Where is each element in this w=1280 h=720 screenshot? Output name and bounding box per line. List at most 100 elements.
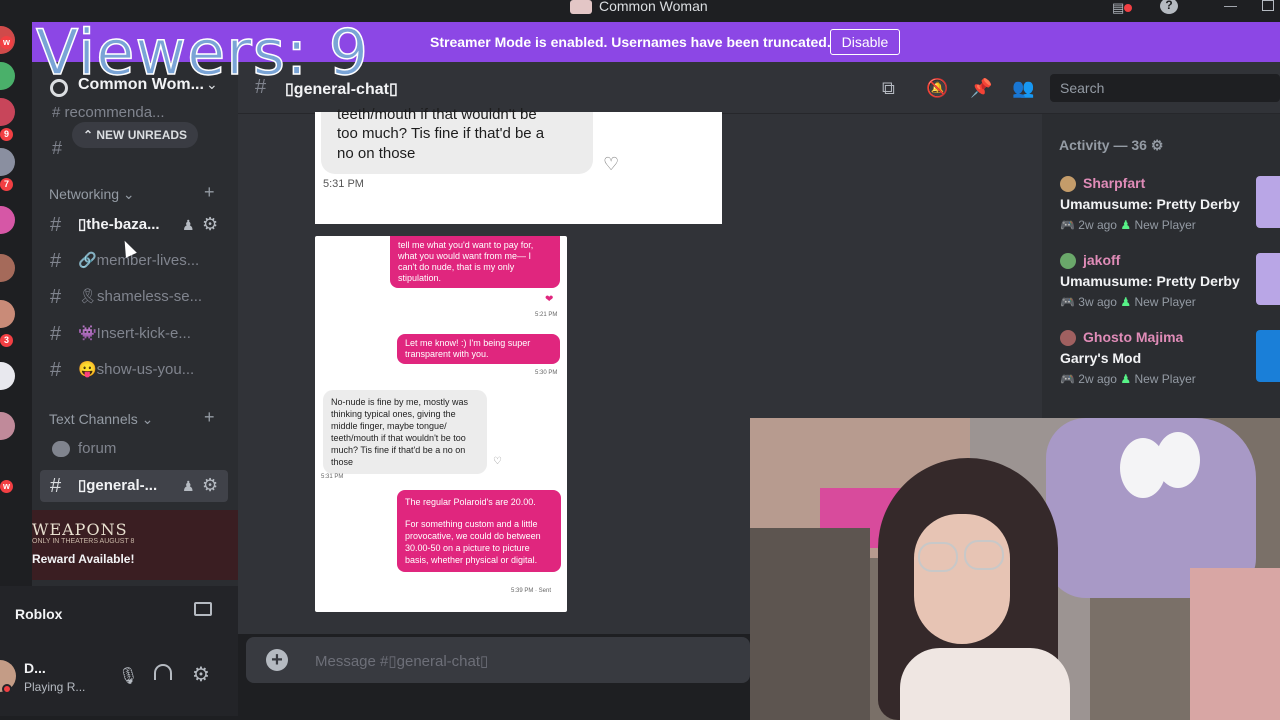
headphones-icon[interactable] — [154, 664, 172, 680]
activity-header: Activity — 36 ⚙ — [1059, 137, 1163, 154]
username[interactable]: D... — [24, 660, 46, 676]
server-icon[interactable] — [0, 98, 15, 126]
reward-label: Reward Available! — [32, 552, 135, 566]
activity-title: Activity — 36 — [1059, 137, 1147, 153]
invite-icon[interactable]: ♟ — [182, 217, 195, 234]
server-icon[interactable] — [0, 254, 15, 282]
channel-name: forum — [78, 440, 117, 457]
activity-item[interactable]: Sharpfart Umamusume: Pretty Derby 🎮 2w a… — [1050, 168, 1280, 238]
hash-icon: # — [50, 214, 62, 236]
server-icon[interactable] — [0, 206, 15, 234]
category-label: Networking — [49, 186, 120, 202]
add-channel-icon[interactable]: + — [204, 182, 215, 203]
hash-icon: # — [50, 475, 62, 497]
add-channel-icon[interactable]: + — [204, 407, 215, 428]
member-list-icon[interactable]: 👥 — [1012, 78, 1034, 99]
timestamp: 5:31 PM — [321, 474, 344, 480]
microphone-icon[interactable]: 🎙 — [118, 666, 138, 686]
avatar — [1060, 176, 1076, 192]
viewer-count-overlay: Viewers: 9 — [35, 16, 370, 89]
status-dnd-icon — [2, 684, 12, 694]
activity-username: jakoff — [1083, 252, 1121, 268]
webcam-person — [964, 540, 1004, 570]
server-icon[interactable] — [0, 412, 15, 440]
activity-item[interactable]: jakoff Umamusume: Pretty Derby 🎮 3w ago … — [1050, 245, 1280, 315]
disable-button[interactable]: Disable — [830, 29, 900, 55]
user-panel: D... Playing R... 🎙 ⚙ — [0, 642, 238, 716]
streamer-mode-text: Streamer Mode is enabled. Usernames have… — [430, 34, 831, 50]
timestamp: 5:30 PM — [535, 370, 558, 376]
notifications-muted-icon[interactable]: 🔕 — [926, 78, 948, 99]
hash-icon: # — [50, 250, 62, 272]
activity-tag: New Player — [1134, 372, 1196, 386]
hash-icon: # — [50, 359, 62, 381]
gear-icon[interactable]: ⚙ — [202, 214, 218, 235]
activity-bar: Roblox — [0, 586, 238, 642]
threads-icon[interactable]: ⧉ — [882, 78, 895, 99]
promo-banner[interactable]: WEAPONS ONLY IN THEATERS AUGUST 8 Reward… — [32, 510, 238, 580]
mention-badge: 3 — [0, 334, 13, 347]
gear-icon[interactable]: ⚙ — [1151, 137, 1164, 153]
server-icon[interactable] — [0, 300, 15, 328]
webcam-person — [900, 648, 1070, 720]
activity-time: 3w ago — [1078, 295, 1117, 309]
promo-logo: WEAPONS — [32, 520, 128, 539]
channel-name: ▯the-baza... — [78, 216, 160, 233]
category-text-channels[interactable]: Text Channels ⌄ — [49, 411, 153, 428]
server-icon — [570, 0, 592, 14]
mention-badge: w — [0, 480, 13, 493]
new-unreads-button[interactable]: ⌃ NEW UNREADS — [72, 122, 198, 148]
hash-icon: # — [52, 138, 63, 158]
app-window: Common Woman ▤ ? — w 9 7 3 w Common Wom.… — [0, 0, 1280, 720]
minimize-icon[interactable]: — — [1224, 0, 1237, 13]
game-thumbnail — [1256, 176, 1280, 228]
window-title: Common Woman — [599, 0, 708, 14]
settings-gear-icon[interactable]: ⚙ — [192, 662, 210, 687]
invite-icon[interactable]: ♟ — [182, 478, 195, 495]
channel-the-bazaar[interactable]: # ▯the-baza... ♟ ⚙ — [40, 209, 228, 241]
server-icon[interactable] — [0, 148, 15, 176]
message-text: The regular Polaroid's are 20.00. — [405, 497, 536, 507]
channel-general-chat[interactable]: # ▯general-... ♟ ⚙ — [40, 470, 228, 502]
server-icon[interactable] — [0, 62, 15, 90]
gear-icon[interactable]: ⚙ — [202, 475, 218, 496]
message-composer[interactable]: + Message #▯general-chat▯ — [246, 637, 750, 683]
screen-share-icon[interactable] — [194, 602, 212, 616]
maximize-icon[interactable] — [1262, 0, 1274, 11]
message-text: teeth/mouth if that wouldn't be — [337, 106, 537, 123]
attach-plus-icon[interactable]: + — [266, 649, 288, 671]
new-player-icon: ♟ — [1120, 372, 1132, 386]
heart-icon: ♡ — [603, 154, 620, 174]
activity-game: Roblox — [15, 606, 63, 622]
message-input[interactable]: Message #▯general-chat▯ — [315, 652, 488, 670]
new-player-icon: ♟ — [1120, 295, 1132, 309]
channel-show-us-your[interactable]: # 😛show-us-you... — [40, 354, 228, 386]
activity-tag: New Player — [1134, 218, 1196, 232]
webcam-person — [918, 542, 958, 572]
image-attachment[interactable]: tell me what you'd want to pay for, what… — [315, 236, 567, 612]
pin-icon[interactable]: 📌 — [970, 78, 992, 99]
message-bubble-sent: The regular Polaroid's are 20.00. For so… — [397, 490, 561, 572]
mention-badge: w — [0, 36, 13, 49]
channel-name: 🎗shameless-se... — [78, 288, 203, 305]
activity-tag: New Player — [1134, 295, 1196, 309]
activity-item[interactable]: Ghosto Majima Garry's Mod 🎮 2w ago ♟ New… — [1050, 322, 1280, 392]
category-networking[interactable]: Networking ⌄ — [49, 186, 135, 203]
activity-meta: 🎮 3w ago ♟ New Player — [1060, 295, 1196, 309]
timestamp: 5:21 PM — [535, 312, 558, 318]
channel-name: 😛show-us-you... — [78, 361, 195, 378]
help-icon[interactable]: ? — [1160, 0, 1178, 14]
truncated-channel[interactable]: # recommenda... — [52, 104, 165, 121]
channel-shameless-self-promo[interactable]: # 🎗shameless-se... — [40, 281, 228, 313]
user-status: Playing R... — [24, 680, 86, 694]
channel-forum[interactable]: forum — [40, 434, 228, 466]
activity-game: Umamusume: Pretty Derby — [1060, 273, 1240, 289]
server-icon[interactable] — [0, 362, 15, 390]
channel-name: 🔗member-lives... — [78, 252, 200, 269]
inbox-icon[interactable]: ▤ — [1112, 0, 1132, 15]
image-attachment[interactable]: teeth/mouth if that wouldn't be too much… — [315, 106, 722, 224]
avatar — [1060, 253, 1076, 269]
search-input[interactable]: Search — [1050, 74, 1280, 102]
mention-badge: 7 — [0, 178, 13, 191]
channel-insert-kick[interactable]: # 👾Insert-kick-e... — [40, 318, 228, 350]
